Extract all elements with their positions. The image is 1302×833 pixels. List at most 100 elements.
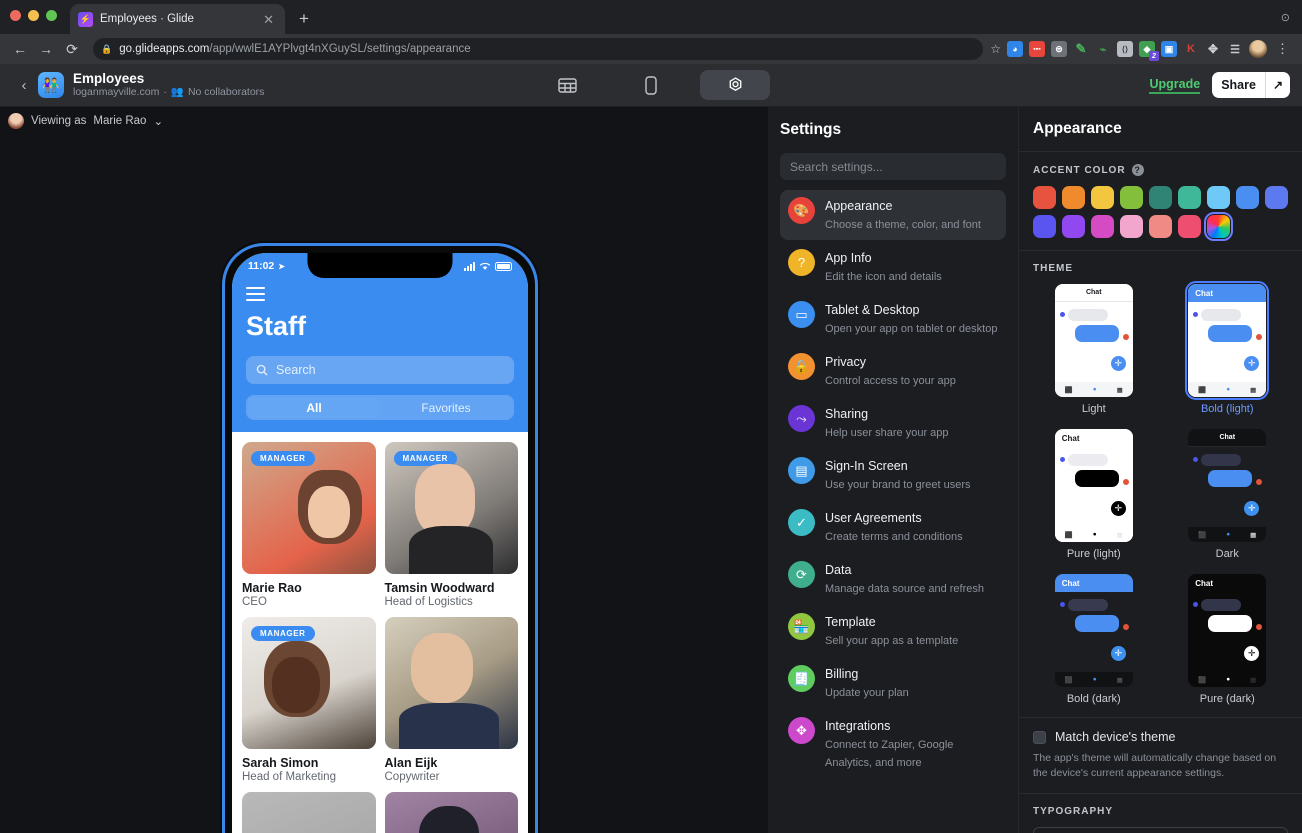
accent-swatch[interactable] (1120, 186, 1143, 209)
battery-icon (495, 261, 512, 271)
editor-body: Viewing as Marie Rao ⌄ 11:02 ➤ Staff Sea… (0, 107, 1302, 833)
sidebar-item-tablet-desktop[interactable]: ▭ Tablet & Desktop Open your app on table… (780, 294, 1006, 344)
reading-list-icon[interactable]: ☰ (1227, 41, 1243, 57)
theme-option-dark[interactable]: Chat ✛ ⬛ ● ▦ Dark (1188, 429, 1267, 560)
accent-swatch[interactable] (1149, 215, 1172, 238)
list-item[interactable]: MANAGER Tamsin Woodward Head of Logistic… (384, 442, 518, 609)
palette-icon: 🎨 (788, 197, 815, 224)
k-extension-icon[interactable]: K (1183, 41, 1199, 57)
tab-layout[interactable] (616, 70, 686, 100)
match-device-checkbox[interactable] (1033, 730, 1046, 744)
sidebar-item-data[interactable]: ⟳ Data Manage data source and refresh (780, 554, 1006, 604)
sidebar-item-user-agreements[interactable]: ✓ User Agreements Create terms and condit… (780, 502, 1006, 552)
list-item[interactable] (242, 792, 376, 833)
match-device-section: Match device's theme The app's theme wil… (1019, 718, 1302, 794)
window-traffic-lights[interactable] (10, 10, 57, 21)
employee-name: Tamsin Woodward (384, 581, 495, 596)
appearance-title: Appearance (1019, 107, 1302, 152)
green-text-extension-icon[interactable]: ⌁ (1095, 41, 1111, 57)
accent-swatch[interactable] (1178, 215, 1201, 238)
hamburger-icon[interactable] (246, 287, 265, 302)
forward-icon[interactable]: → (34, 37, 58, 61)
segment-all[interactable]: All (248, 397, 380, 419)
accent-swatch[interactable] (1207, 186, 1230, 209)
sidebar-item-sharing[interactable]: ⤳ Sharing Help user share your app (780, 398, 1006, 448)
upgrade-button[interactable]: Upgrade (1149, 77, 1201, 94)
employees-app-icon: 👫 (38, 72, 64, 98)
profile-avatar[interactable] (1249, 40, 1267, 58)
accent-swatch[interactable] (1149, 186, 1172, 209)
accent-swatch[interactable] (1062, 186, 1085, 209)
window-controls-icon[interactable]: ⊙ (1281, 11, 1290, 24)
purple-badge-extension-icon[interactable]: ◆ 2 (1139, 41, 1159, 61)
sidebar-item-billing[interactable]: 🧾 Billing Update your plan (780, 658, 1006, 708)
search-input[interactable]: Search (246, 356, 514, 385)
typography-field-placeholder[interactable] (1033, 827, 1288, 833)
reload-icon[interactable]: ⟳ (60, 37, 84, 61)
help-icon[interactable]: ? (1131, 164, 1144, 176)
accent-swatch[interactable] (1178, 186, 1201, 209)
accent-swatch[interactable] (1033, 215, 1056, 238)
search-placeholder: Search (276, 363, 316, 378)
accent-swatch[interactable] (1265, 186, 1288, 209)
sidebar-item-appearance[interactable]: 🎨 Appearance Choose a theme, color, and f… (780, 190, 1006, 240)
back-to-dashboard-icon[interactable]: ‹ (12, 77, 36, 94)
sidebar-item-desc: Control access to your app (825, 375, 956, 387)
share-node-icon: ⤳ (788, 405, 815, 432)
address-bar[interactable]: 🔒 go.glideapps.com/app/wwlE1AYPlvgt4nXGu… (93, 38, 984, 60)
clock-extension-icon[interactable]: ◕ (1007, 41, 1023, 57)
tab-data[interactable] (532, 70, 602, 100)
theme-option-light[interactable]: Chat ✛ ⬛ ● ▦ Light (1054, 284, 1133, 415)
segment-favorites[interactable]: Favorites (380, 397, 512, 418)
share-button[interactable]: Share ↗ (1212, 72, 1290, 98)
close-window-button[interactable] (10, 10, 21, 21)
employee-role: Head of Logistics (384, 596, 473, 609)
settings-search-input[interactable]: Search settings... (780, 153, 1006, 180)
match-device-checkbox-row[interactable]: Match device's theme (1033, 730, 1288, 744)
new-tab-button[interactable]: + (299, 9, 309, 29)
list-item[interactable]: MANAGER Sarah Simon Head of Marketing (242, 617, 376, 783)
list-item[interactable]: MANAGER Marie Rao CEO (242, 442, 376, 608)
maximize-window-button[interactable] (46, 10, 57, 21)
theme-option-pure-dark[interactable]: Chat ✛ ⬛ ● ▦ Pure (dark) (1188, 574, 1267, 705)
share-label: Share (1221, 78, 1256, 92)
back-icon[interactable]: ← (8, 37, 32, 61)
list-item[interactable]: Alan Eijk Copywriter (384, 617, 518, 783)
red-block-extension-icon[interactable]: ▪▪▪ (1029, 41, 1045, 57)
sidebar-item-label: App Info (825, 251, 872, 265)
accent-color-label: ACCENT COLOR ? (1033, 164, 1288, 176)
list-item[interactable] (384, 792, 518, 833)
accent-swatch[interactable] (1062, 215, 1085, 238)
sidebar-item-app-info[interactable]: ? App Info Edit the icon and details (780, 242, 1006, 292)
code-extension-icon[interactable]: ⟨⟩ (1117, 41, 1133, 57)
external-link-icon[interactable]: ↗ (1266, 78, 1290, 92)
sidebar-item-privacy[interactable]: 🔒 Privacy Control access to your app (780, 346, 1006, 396)
theme-options: Chat ✛ ⬛ ● ▦ Light Chat ✛ ⬛ ● ▦ Bold (li… (1033, 281, 1288, 705)
accent-swatch[interactable] (1091, 186, 1114, 209)
green-pencil-extension-icon[interactable]: ✎ (1073, 41, 1089, 57)
browser-menu-icon[interactable]: ⋮ (1273, 41, 1292, 57)
accent-swatch[interactable] (1236, 186, 1259, 209)
theme-option-pure-light[interactable]: Chat ✛ ⬛ ● ▦ Pure (light) (1054, 429, 1133, 560)
blue-box-extension-icon[interactable]: ▣ (1161, 41, 1177, 57)
minimize-window-button[interactable] (28, 10, 39, 21)
puzzle-extension-icon[interactable]: ✥ (1205, 41, 1221, 57)
bookmark-star-icon[interactable]: ☆ (990, 42, 1001, 56)
custom-color-picker[interactable] (1204, 212, 1233, 241)
viewing-as-bar[interactable]: Viewing as Marie Rao ⌄ (0, 107, 768, 134)
theme-option-bold-dark[interactable]: Chat ✛ ⬛ ● ▦ Bold (dark) (1054, 574, 1133, 705)
theme-option-bold-light[interactable]: Chat ✛ ⬛ ● ▦ Bold (light) (1185, 281, 1270, 415)
signin-icon: ▤ (788, 457, 815, 484)
gray-globe-extension-icon[interactable]: ⊜ (1051, 41, 1067, 57)
accent-swatch[interactable] (1033, 186, 1056, 209)
accent-swatch[interactable] (1120, 215, 1143, 238)
sidebar-item-sign-in-screen[interactable]: ▤ Sign-In Screen Use your brand to greet … (780, 450, 1006, 500)
accent-swatch[interactable] (1091, 215, 1114, 238)
close-icon[interactable]: ✕ (260, 13, 277, 26)
chevron-down-icon[interactable]: ⌄ (153, 114, 163, 128)
sidebar-item-integrations[interactable]: ✥ Integrations Connect to Zapier, Google … (780, 710, 1006, 778)
theme-name: Light (1081, 403, 1106, 415)
browser-tab[interactable]: ⚡ Employees · Glide ✕ (70, 4, 285, 34)
sidebar-item-template[interactable]: 🏪 Template Sell your app as a template (780, 606, 1006, 656)
tab-settings[interactable] (700, 70, 770, 100)
